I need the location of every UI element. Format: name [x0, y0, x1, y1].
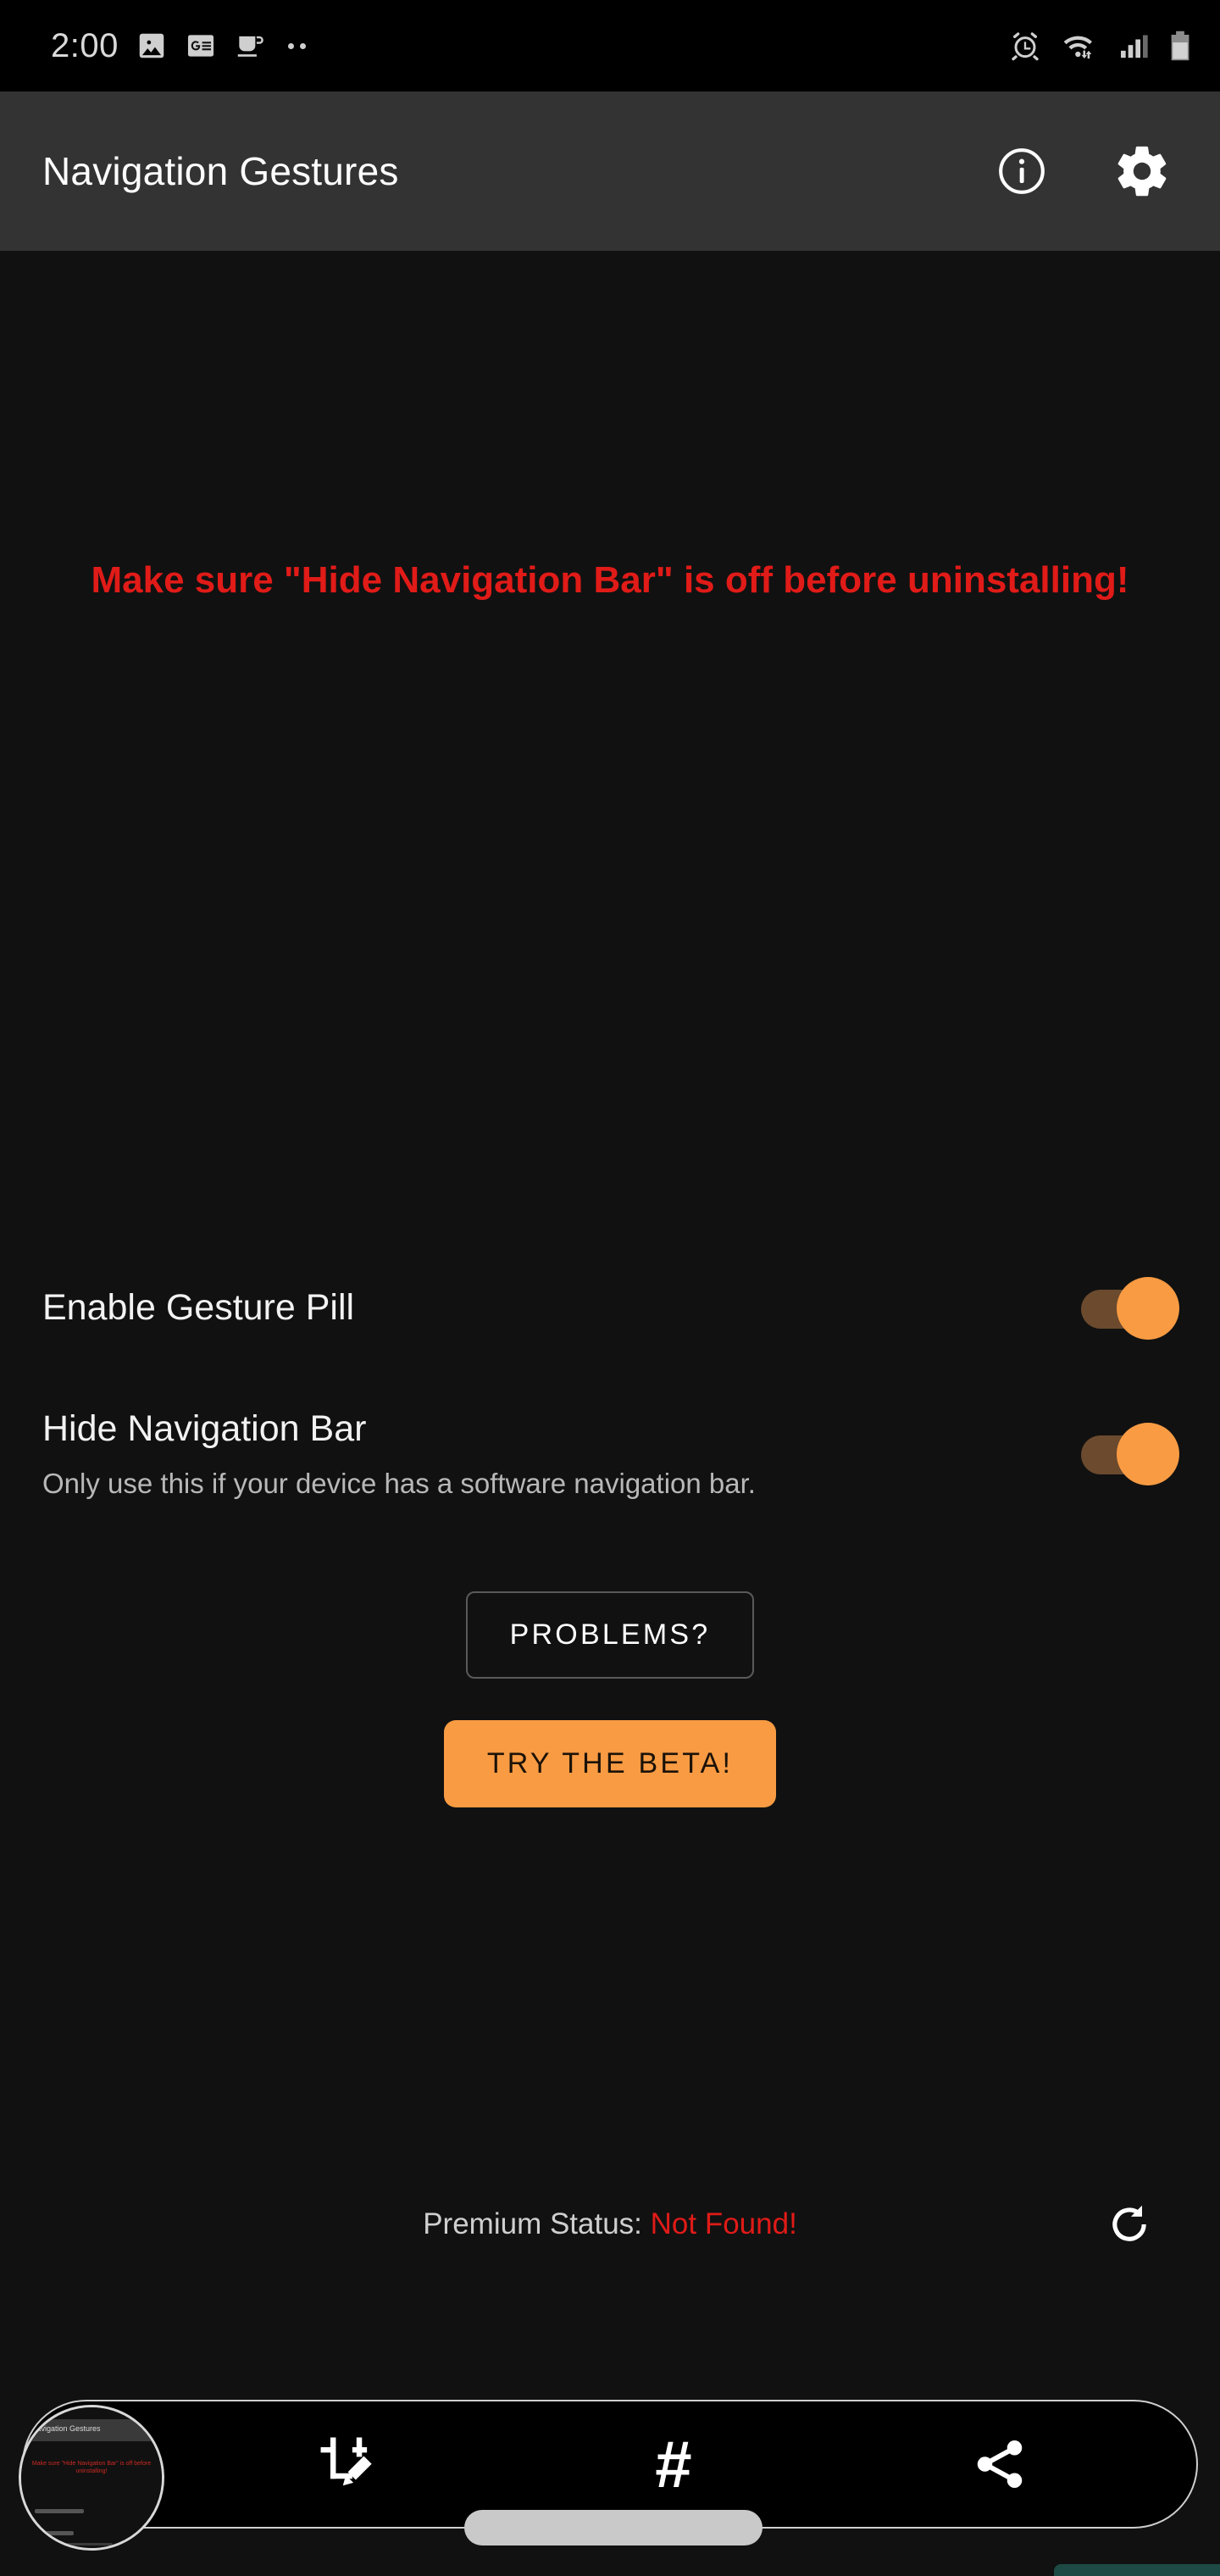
hashtag-icon: #	[655, 2427, 692, 2501]
main-content: Make sure "Hide Navigation Bar" is off b…	[0, 251, 1220, 2576]
thumbnail-app-bar: Navigation Gestures	[21, 2419, 162, 2441]
page-title: Navigation Gestures	[42, 149, 399, 193]
screenshot-thumbnail[interactable]: Navigation Gestures Make sure "Hide Navi…	[19, 2405, 164, 2551]
crop-edit-icon	[320, 2437, 373, 2486]
enable-gesture-pill-switch[interactable]	[1081, 1277, 1179, 1340]
problems-button-wrap: PROBLEMS?	[0, 1591, 1220, 1679]
image-icon	[139, 33, 164, 58]
gesture-pill[interactable]	[464, 2510, 762, 2545]
info-button[interactable]	[981, 130, 1062, 212]
wifi-icon	[1063, 36, 1092, 59]
switch-thumb	[1117, 1277, 1179, 1340]
premium-status-value: Not Found!	[650, 2207, 797, 2240]
settings-button[interactable]	[1101, 130, 1183, 212]
tag-button[interactable]: #	[623, 2413, 724, 2515]
gear-icon	[1117, 146, 1167, 197]
hide-navigation-bar-switch[interactable]	[1081, 1423, 1179, 1485]
share-button[interactable]	[949, 2413, 1051, 2515]
beta-button-wrap: TRY THE BETA!	[0, 1720, 1220, 1807]
phone-screen: 2:00 Navigation Gestures Make sure "Hide…	[0, 0, 1220, 2576]
preference-row-enable-gesture-pill[interactable]: Enable Gesture Pill	[0, 1257, 1220, 1359]
coffee-cup-icon	[237, 36, 263, 57]
preference-title: Hide Navigation Bar	[42, 1407, 367, 1449]
thumbnail-line	[35, 2509, 84, 2513]
preference-texts: Hide Navigation Bar Only use this if you…	[42, 1407, 1081, 1502]
problems-button[interactable]: PROBLEMS?	[465, 1591, 755, 1679]
preference-row-hide-navigation-bar[interactable]: Hide Navigation Bar Only use this if you…	[0, 1386, 1220, 1522]
uninstall-warning-text: Make sure "Hide Navigation Bar" is off b…	[91, 559, 1129, 601]
app-bar: Navigation Gestures	[0, 92, 1220, 251]
google-news-icon	[187, 35, 214, 57]
preference-subtitle: Only use this if your device has a softw…	[42, 1468, 756, 1500]
try-the-beta-button[interactable]: TRY THE BETA!	[444, 1720, 776, 1807]
more-notifications-dots	[287, 42, 306, 49]
bottom-edge-accent	[1054, 2564, 1220, 2576]
alarm-icon	[1012, 32, 1039, 61]
app-bar-actions	[981, 130, 1183, 212]
screenshot-toolbar-actions: #	[24, 2413, 1196, 2515]
screenshot-thumbnail-preview: Navigation Gestures Make sure "Hide Navi…	[21, 2407, 162, 2548]
premium-status-label: Premium Status:	[423, 2207, 642, 2240]
signal-icon	[1121, 35, 1148, 58]
preference-title: Enable Gesture Pill	[42, 1287, 355, 1329]
battery-icon	[1171, 31, 1190, 61]
thumbnail-line	[35, 2543, 113, 2545]
refresh-icon	[1112, 2205, 1146, 2241]
switch-thumb	[1117, 1423, 1179, 1485]
premium-status-bar: Premium Status: Not Found!	[0, 2178, 1220, 2271]
status-bar-right	[1008, 29, 1191, 63]
crop-edit-button[interactable]	[297, 2413, 398, 2515]
preference-texts: Enable Gesture Pill	[42, 1286, 1081, 1330]
refresh-premium-status-button[interactable]	[1091, 2186, 1167, 2262]
status-bar: 2:00	[0, 0, 1220, 92]
info-icon	[999, 148, 1045, 194]
status-clock: 2:00	[51, 27, 119, 64]
thumbnail-line	[35, 2531, 74, 2535]
premium-status-text: Premium Status: Not Found!	[423, 2207, 797, 2241]
status-bar-left: 2:00	[51, 29, 306, 63]
thumbnail-app-title: Navigation Gestures	[31, 2424, 101, 2433]
thumbnail-warning-text: Make sure "Hide Navigation Bar" is off b…	[31, 2461, 152, 2475]
share-icon	[977, 2440, 1022, 2488]
